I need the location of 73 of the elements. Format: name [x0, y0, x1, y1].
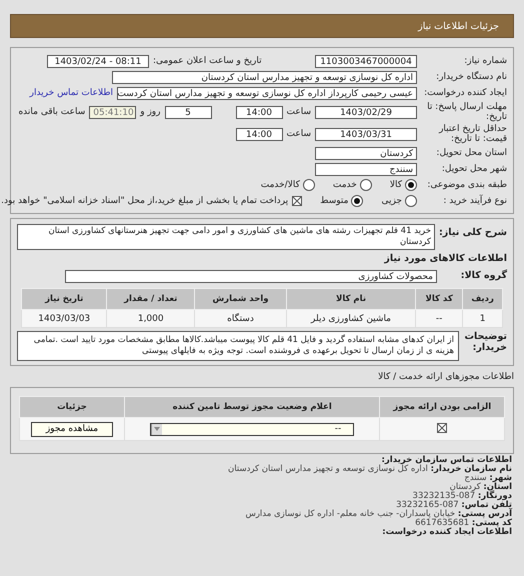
checked-checkbox[interactable] [437, 422, 448, 432]
section-title: اطلاعات کالاهای مورد نیاز [384, 252, 507, 264]
table-cell: دستگاه [194, 310, 286, 328]
validity-time-field: 14:00 [236, 128, 282, 140]
description-field: خرید 41 قلم تجهیزات رشته های ماشین های کشاورزی و امور دامی جهت تجهیز هنرستانهای کشاورزی استان کردستان [17, 224, 435, 250]
page-header: جزئیات اطلاعات نیاز [10, 14, 514, 38]
column-header: ردیف [462, 288, 502, 310]
radio-button[interactable] [351, 195, 364, 207]
contact-line: استان: کردستان [450, 483, 512, 492]
dropdown-caret-icon [151, 424, 162, 434]
column-header: جزئیات [20, 396, 124, 418]
section-title: اطلاعات مجوزهای ارائه خدمت / کالا [378, 372, 514, 382]
requester-field: عیسی رحیمی کارپرداز اداره کل نوسازی توسعه و تجهیز مدارس استان کردست [117, 86, 417, 100]
field-label: ایجاد کننده درخواست: [423, 88, 507, 98]
province-field: کردستان [315, 146, 417, 160]
table-cell: 1403/03/03 [22, 310, 107, 328]
field-label: نام دستگاه خریدار: [435, 72, 507, 82]
announce-date-field: 1403/02/24 - 08:11 [47, 54, 149, 68]
deadline-date-field: 1403/02/29 [315, 106, 417, 118]
deadline-time-field: 14:00 [236, 106, 282, 118]
field-label: شرح کلی نیاز: [438, 227, 507, 238]
contact-title: اطلاعات تماس سازمان خریدار: [382, 456, 512, 465]
field-label: گروه کالا: [460, 271, 507, 281]
field-label: ساعت [286, 129, 311, 139]
radio-label: جزیی [381, 196, 402, 206]
remaining-time-field: 05:41:10 [89, 106, 136, 118]
field-label: شهر محل تحویل: [440, 164, 507, 174]
radio-button[interactable] [405, 179, 417, 191]
table-cell: -- [416, 310, 463, 328]
need-number-field: 1103003467000004 [315, 54, 417, 68]
buyer-notes-field: از ایران کدهای مشابه استفاده گردید و فایل 41 قلم کالا پیوست میباشد.کالاها مطابق مشخصات مورد تایید است .تمامی هزینه ی از زمان ارسال تا تحویل برعهده ی فروشنده است. توجه ویژه به فایلهای پیوستی [17, 331, 459, 361]
column-header: واحد شمارش [194, 288, 286, 310]
view-permit-button[interactable]: مشاهده مجوز [30, 422, 113, 436]
city-field: سنندج [315, 162, 417, 176]
field-label: ساعت [286, 107, 311, 117]
checkbox-label: پرداخت تمام یا بخشی از مبلغ خرید،از محل "اسناد خزانه اسلامی" خواهد بود. [1, 196, 288, 206]
table-cell: 1,000 [106, 310, 195, 328]
radio-button[interactable] [302, 179, 315, 191]
buyer-org-field: اداره کل نوسازی توسعه و تجهیز مدارس استان کردستان [112, 70, 417, 84]
field-label: مهلت ارسال پاسخ: تا تاریخ: [426, 102, 507, 122]
field-label: تاریخ و ساعت اعلان عمومی: [153, 56, 262, 66]
goods-group-field: محصولات کشاورزی [65, 270, 437, 282]
table-cell: 1 [462, 310, 502, 328]
field-label: نوع فرآیند خرید : [442, 196, 507, 206]
column-header: الزامی بودن ارائه مجوز [380, 396, 504, 418]
radio-button[interactable] [360, 179, 372, 191]
field-label: حداقل تاریخ اعتبار قیمت: تا تاریخ: [438, 124, 507, 144]
checked-checkbox[interactable] [292, 196, 302, 206]
validity-date-field: 1403/03/31 [315, 128, 417, 140]
column-header: نام کالا [286, 288, 416, 310]
field-label: ساعت باقی مانده [18, 107, 86, 117]
field-label: استان محل تحویل: [435, 148, 507, 158]
field-label: روز و [140, 107, 160, 117]
column-header: تاریخ نیاز [22, 288, 107, 310]
column-header: اعلام وضعیت مجوز توسط تامین کننده [124, 396, 380, 418]
column-header: کد کالا [416, 288, 463, 310]
column-header: تعداد / مقدار [106, 288, 195, 310]
radio-button[interactable] [405, 195, 417, 207]
days-field: 5 [164, 106, 212, 118]
radio-label: کالا/خدمت [260, 180, 300, 190]
field-label: توضیحات خریدار: [463, 331, 507, 353]
radio-label: خدمت [332, 180, 357, 190]
field-label: طبقه بندی موضوعی: [426, 180, 507, 190]
contact-title: اطلاعات ایجاد کننده درخواست: [381, 528, 512, 537]
buyer-contact-link[interactable]: اطلاعات تماس خریدار [30, 88, 113, 98]
contact-line: آدرس پستی: خیابان پاسداران- جنب خانه معلم- اداره کل نوسازی مدارس [244, 510, 512, 519]
field-label: شماره نیاز: [463, 56, 507, 66]
table-cell: ماشین کشاورزی دیلر [286, 310, 416, 328]
radio-label: کالا [390, 180, 402, 190]
contact-line: شهر: سنندج [464, 474, 512, 483]
contact-line: نام سازمان خریدار: اداره کل نوسازی توسعه و تجهیز مدارس استان کردستان [227, 465, 512, 474]
status-dropdown[interactable]: -- [150, 422, 354, 436]
radio-label: متوسط [320, 196, 348, 206]
